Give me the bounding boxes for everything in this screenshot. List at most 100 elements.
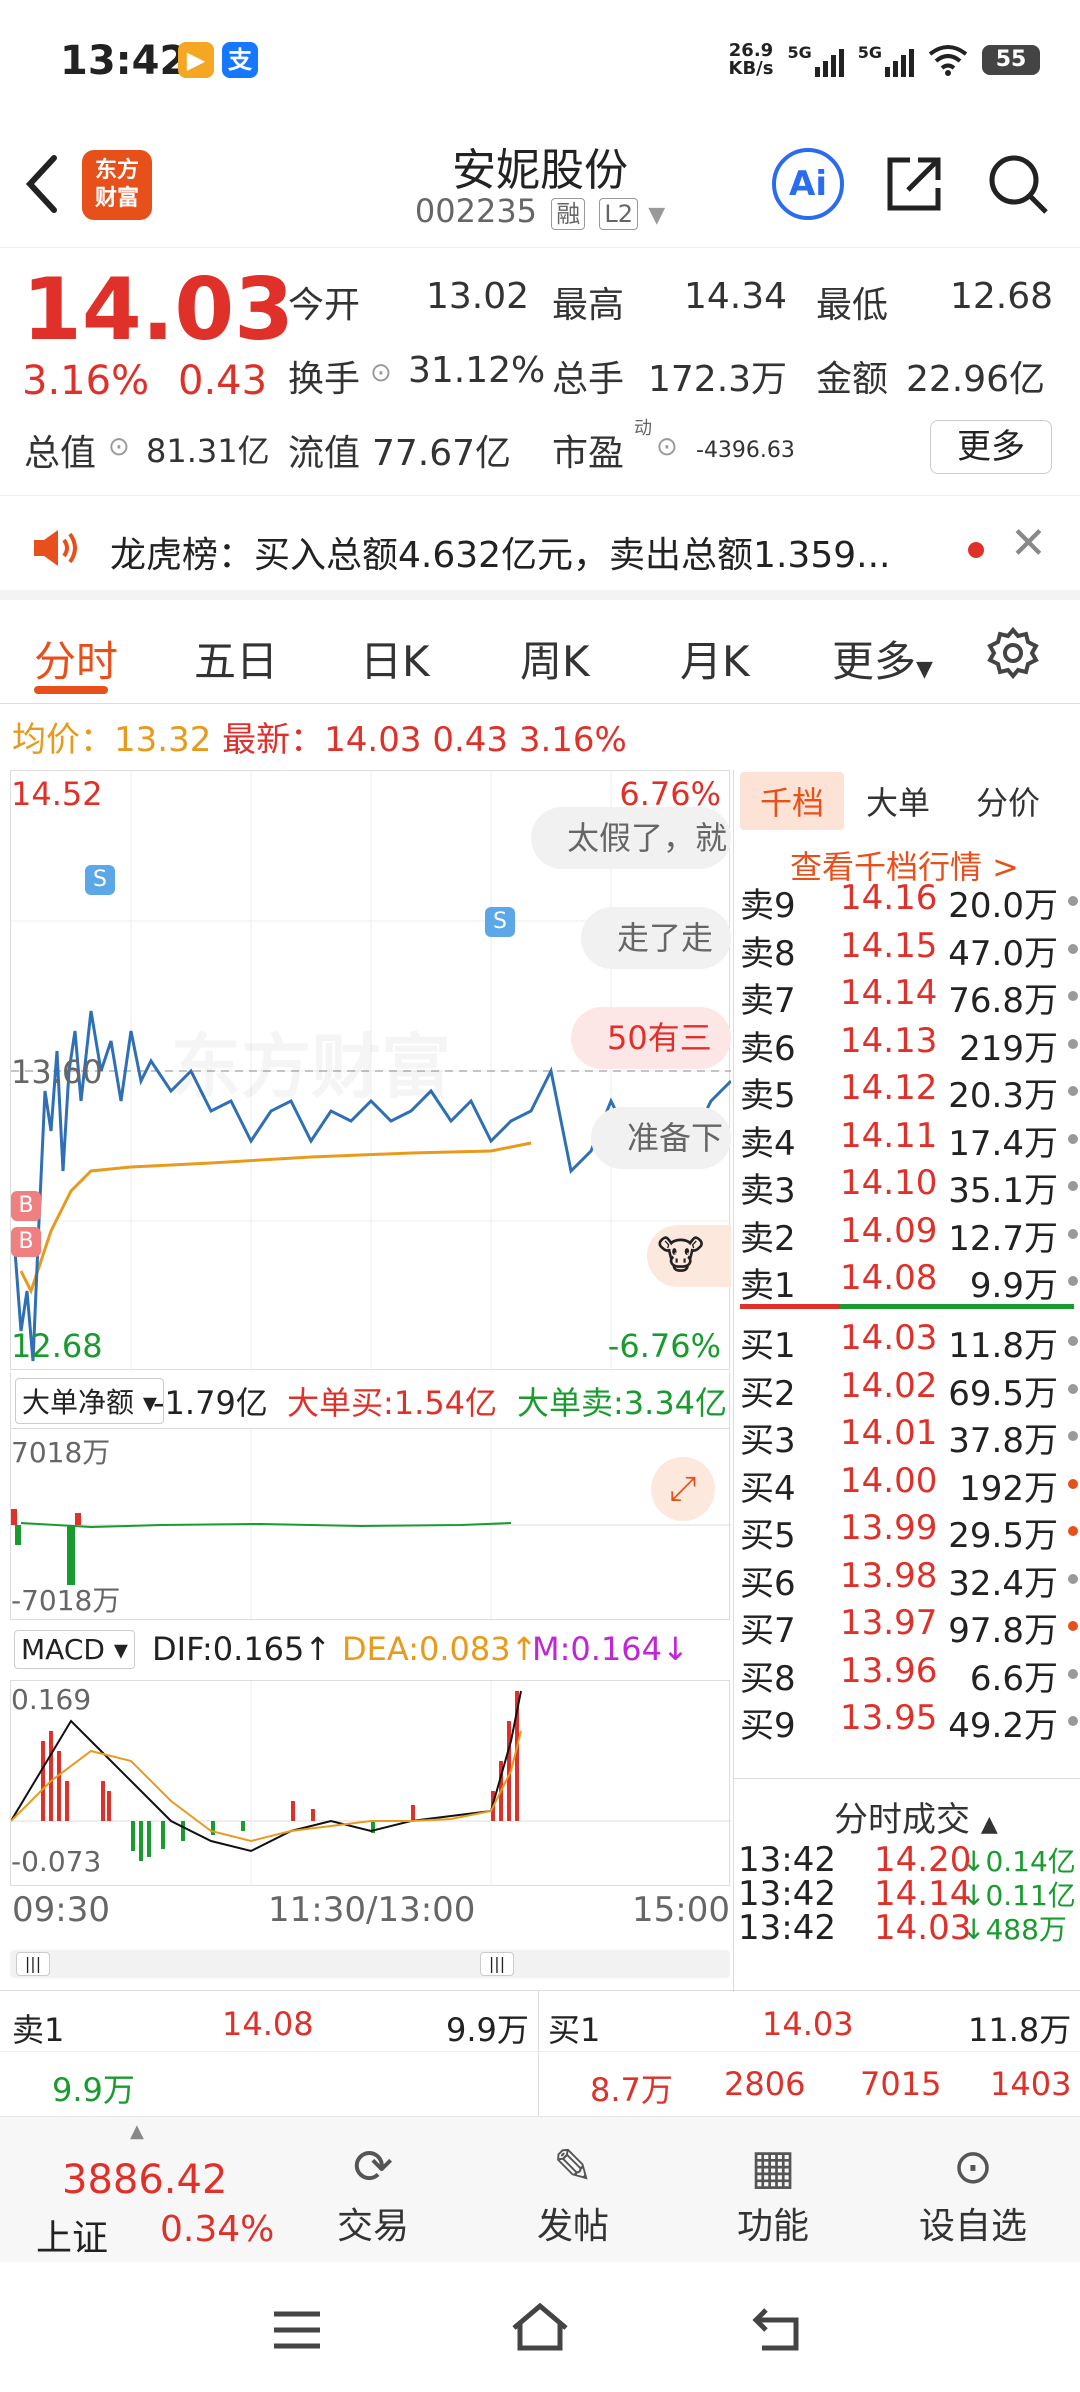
bid-row[interactable]: 买6 13.98 32.4万 — [740, 1556, 1080, 1604]
index-name: 上证 — [36, 2218, 109, 2259]
bid-row[interactable]: 买5 13.99 29.5万 — [740, 1508, 1080, 1556]
bid-row[interactable]: 买9 13.95 49.2万 — [740, 1698, 1080, 1746]
level-dot-icon — [1068, 1181, 1078, 1191]
ask-row[interactable]: 卖9 14.16 20.0万 — [740, 878, 1080, 926]
bid-row[interactable]: 买3 14.01 37.8万 — [740, 1413, 1080, 1461]
nav-add-watchlist[interactable]: ⊙ 设自选 — [908, 2137, 1038, 2249]
level-label: 买6 — [740, 1563, 796, 1604]
ask-row[interactable]: 卖2 14.09 12.7万 — [740, 1211, 1080, 1259]
back-nav-icon[interactable] — [752, 2306, 802, 2352]
info-icon[interactable]: ⊙ — [656, 432, 678, 462]
trade-price: 14.03 — [874, 1908, 972, 1948]
tab-weekly-k[interactable]: 周K — [520, 628, 590, 689]
ask-row[interactable]: 卖8 14.15 47.0万 — [740, 926, 1080, 974]
ask-row[interactable]: 卖3 14.10 35.1万 — [740, 1163, 1080, 1211]
ask-row[interactable]: 卖5 14.12 20.3万 — [740, 1068, 1080, 1116]
big-order-net: -1.79亿 — [153, 1384, 268, 1422]
mascot-icon[interactable]: 🐮 — [647, 1225, 731, 1287]
level-volume: 17.4万 — [948, 1123, 1058, 1164]
tab-big-order[interactable]: 大单 — [866, 778, 930, 824]
close-icon[interactable]: ✕ — [1010, 518, 1047, 569]
chart-scrollbar[interactable]: ||| ||| — [10, 1950, 730, 1978]
divider — [0, 2051, 1080, 2052]
tab-more[interactable]: 更多▼ — [832, 628, 933, 689]
index-pct: 0.34% — [160, 2209, 275, 2250]
tab-monthly-k[interactable]: 月K — [680, 628, 750, 689]
info-icon[interactable]: ⊙ — [370, 358, 392, 388]
system-nav-bar — [0, 2262, 1080, 2392]
level-price: 13.95 — [840, 1698, 938, 1738]
trades-title-label: 分时成交 — [834, 1800, 970, 1840]
ask-row[interactable]: 卖7 14.14 76.8万 — [740, 973, 1080, 1021]
level-price: 13.97 — [840, 1603, 938, 1643]
float-label: 流值 — [288, 433, 361, 474]
level-dot-icon — [1068, 991, 1078, 1001]
caret-down-icon: ▼ — [916, 657, 933, 682]
alipay-icon: 支 — [222, 42, 258, 78]
notice-bar[interactable]: 龙虎榜：买入总额4.632亿元，卖出总额1.359... ✕ — [0, 496, 1080, 600]
level-label: 买1 — [740, 1326, 796, 1366]
level-price: 14.01 — [840, 1413, 938, 1453]
nav-functions[interactable]: ▦ 功能 — [708, 2137, 838, 2249]
pct-bottom-label: -6.76% — [607, 1327, 721, 1365]
bid-row[interactable]: 买8 13.96 6.6万 — [740, 1651, 1080, 1699]
tab-intraday[interactable]: 分时 — [34, 628, 118, 689]
level-label: 卖9 — [740, 886, 796, 926]
trade-volume: ↓488万 — [962, 1913, 1067, 1946]
info-icon[interactable]: ⊙ — [108, 432, 130, 462]
index-ticker[interactable]: ▲ 3886.42 上证 0.34% — [0, 2117, 300, 2263]
bid-row[interactable]: 买4 14.00 192万 — [740, 1461, 1080, 1509]
level-label: 卖8 — [740, 933, 796, 974]
level-volume: 49.2万 — [948, 1706, 1058, 1746]
time-mid-label: 11:30/13:00 — [268, 1890, 476, 1930]
tab-depth[interactable]: 千档 — [740, 772, 845, 830]
tab-price-dist[interactable]: 分价 — [976, 778, 1040, 824]
settings-gear-icon[interactable] — [986, 626, 1040, 680]
scroll-handle-right[interactable]: ||| — [480, 1952, 514, 1976]
level-price: 14.11 — [840, 1115, 938, 1156]
tab-daily-k[interactable]: 日K — [360, 628, 430, 689]
trades-title[interactable]: 分时成交 ▲ — [834, 1792, 998, 1841]
comment-bubble[interactable]: 准备下 — [591, 1107, 731, 1169]
level-label: 买2 — [740, 1373, 796, 1414]
comment-bubble[interactable]: 走了走 — [581, 907, 731, 969]
bid-row[interactable]: 买2 14.02 69.5万 — [740, 1366, 1080, 1414]
ask-row[interactable]: 卖1 14.08 9.9万 — [740, 1258, 1080, 1306]
expand-icon[interactable]: ⤢ — [651, 1457, 715, 1521]
level-label: 卖2 — [740, 1218, 796, 1259]
y-bottom-label: 12.68 — [11, 1327, 103, 1365]
macd-select[interactable]: MACD ▾ — [14, 1630, 135, 1669]
level-label: 买8 — [740, 1658, 796, 1699]
level-volume: 32.4万 — [948, 1563, 1058, 1604]
intraday-chart[interactable]: 14.52 13.60 12.68 6.76% -6.76% 东方财富 太假了，… — [10, 770, 731, 1371]
big-order-select-label: 大单净额 — [22, 1386, 135, 1419]
nav-trade[interactable]: ⟳ 交易 — [308, 2137, 438, 2249]
level-volume: 20.0万 — [948, 886, 1058, 926]
home-icon[interactable] — [510, 2302, 570, 2352]
dropdown-icon[interactable]: ▼ — [648, 203, 665, 228]
bid-row[interactable]: 买1 14.03 11.8万 — [740, 1318, 1080, 1366]
share-icon[interactable] — [882, 152, 946, 216]
big-order-chart[interactable]: 7018万 -7018万 ⤢ — [10, 1428, 731, 1621]
tab-five-day[interactable]: 五日 — [194, 628, 278, 689]
volume-label: 总手 — [552, 359, 625, 400]
y-top-label: 14.52 — [11, 775, 103, 813]
ai-button[interactable]: Ai — [772, 148, 844, 220]
ask-row[interactable]: 卖6 14.13 219万 — [740, 1021, 1080, 1069]
avg-value: 13.32 — [114, 720, 212, 760]
big-order-select[interactable]: 大单净额 ▾ — [15, 1378, 164, 1424]
nav-post[interactable]: ✎ 发帖 — [508, 2137, 638, 2249]
scroll-handle-left[interactable]: ||| — [16, 1952, 50, 1976]
macd-select-label: MACD — [21, 1633, 105, 1666]
comment-bubble[interactable]: 50有三 — [571, 1007, 731, 1069]
level-label: 卖7 — [740, 981, 796, 1021]
menu-icon[interactable] — [272, 2310, 322, 2350]
search-icon[interactable] — [984, 150, 1052, 218]
more-button[interactable]: 更多 — [930, 420, 1052, 474]
comment-bubble[interactable]: 太假了，就 — [531, 807, 731, 869]
level-volume: 35.1万 — [948, 1171, 1058, 1211]
bid-row[interactable]: 买7 13.97 97.8万 — [740, 1603, 1080, 1651]
macd-chart[interactable]: 0.169 -0.073 — [10, 1680, 731, 1887]
ask-row[interactable]: 卖4 14.11 17.4万 — [740, 1116, 1080, 1164]
notice-text: 龙虎榜：买入总额4.632亿元，卖出总额1.359... — [110, 535, 891, 576]
